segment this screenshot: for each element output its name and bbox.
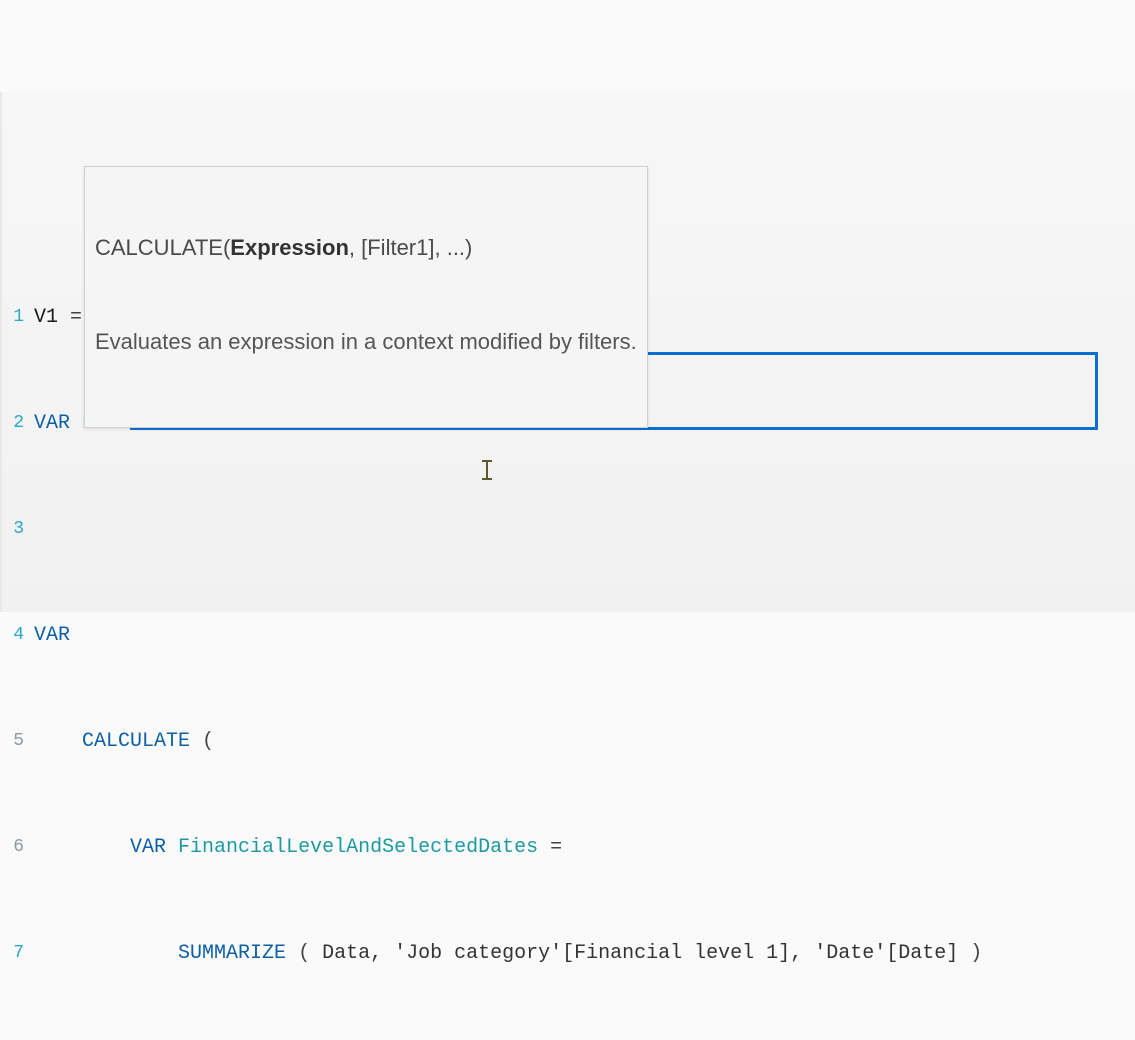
keyword-var: VAR	[130, 836, 166, 859]
gutter-1: 1	[2, 299, 28, 336]
gutter-2: 2	[2, 405, 28, 442]
line-7[interactable]: 7 SUMMARIZE ( Data, 'Job category'[Finan…	[2, 935, 1135, 972]
eq-1: =	[58, 306, 82, 329]
tooltip-signature: CALCULATE(Expression, [Filter1], ...)	[95, 233, 637, 264]
eq-6: =	[538, 836, 562, 859]
sig-suf: , [Filter1], ...)	[349, 235, 472, 260]
gutter-5: 5	[2, 723, 28, 760]
intellisense-tooltip: CALCULATE(Expression, [Filter1], ...) Ev…	[84, 166, 648, 428]
fn-summarize: SUMMARIZE	[178, 942, 286, 965]
fn-calculate: CALCULATE	[82, 730, 190, 753]
paren: (	[286, 942, 322, 965]
gutter-4: 4	[2, 617, 28, 654]
line-3[interactable]: 3	[2, 511, 1135, 548]
keyword-var: VAR	[34, 624, 70, 647]
gutter-7: 7	[2, 935, 28, 972]
gutter-3: 3	[2, 511, 28, 548]
arg: 'Job category'[Financial level 1]	[394, 942, 790, 965]
tooltip-description: Evaluates an expression in a context mod…	[95, 327, 637, 358]
gutter-6: 6	[2, 829, 28, 866]
paren: )	[958, 942, 982, 965]
line-4[interactable]: 4 VAR	[2, 617, 1135, 654]
arg: Data	[322, 942, 370, 965]
sig-bold: Expression	[230, 235, 349, 260]
line-5[interactable]: 5 CALCULATE (	[2, 723, 1135, 760]
keyword-var: VAR	[34, 412, 70, 435]
sig-pre: CALCULATE(	[95, 235, 230, 260]
line-6[interactable]: 6 VAR FinancialLevelAndSelectedDates =	[2, 829, 1135, 866]
text-cursor-icon	[482, 460, 492, 480]
arg: 'Date'[Date]	[814, 942, 958, 965]
measure-name: V1	[34, 306, 58, 329]
code-editor[interactable]: CALCULATE(Expression, [Filter1], ...) Ev…	[0, 92, 1135, 612]
var-name: FinancialLevelAndSelectedDates	[178, 836, 538, 859]
sep: ,	[790, 942, 814, 965]
paren: (	[190, 730, 214, 753]
sep: ,	[370, 942, 394, 965]
